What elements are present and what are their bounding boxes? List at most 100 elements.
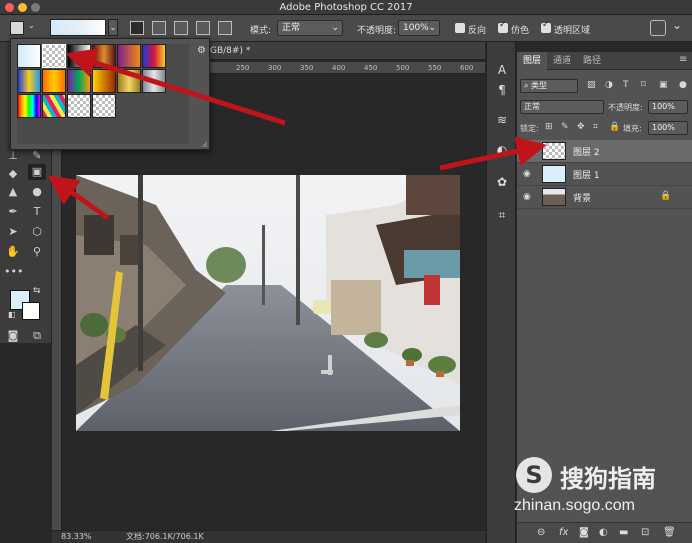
gradient-preset-yellow-violet[interactable] bbox=[92, 69, 116, 93]
layer-opacity-input[interactable]: 100% bbox=[648, 100, 688, 114]
gradient-preset-violet-orange[interactable] bbox=[117, 44, 141, 68]
add-mask-icon[interactable]: ◙ bbox=[579, 527, 589, 538]
layer-row-layer2[interactable]: ◉ 图层 2 bbox=[517, 140, 692, 163]
visibility-eye-icon[interactable]: ◉ bbox=[523, 146, 531, 156]
gradient-preset-chrome[interactable] bbox=[142, 69, 166, 93]
lock-position-icon[interactable]: ✥ bbox=[577, 122, 585, 132]
gradient-preset-violet-green-orange[interactable] bbox=[67, 69, 91, 93]
filter-type-icon[interactable]: T bbox=[623, 80, 629, 90]
workspace-icon[interactable] bbox=[650, 20, 666, 36]
paragraph-panel-icon[interactable]: ¶ bbox=[494, 82, 510, 98]
lock-transparent-icon[interactable]: ⊞ bbox=[545, 122, 553, 132]
minimize-button[interactable] bbox=[18, 3, 27, 12]
tab-layers[interactable]: 图层 bbox=[517, 52, 548, 70]
filter-smart-object-icon[interactable]: ▣ bbox=[659, 80, 668, 90]
zoom-button[interactable] bbox=[31, 3, 40, 12]
properties-panel-icon[interactable]: ✿ bbox=[494, 174, 510, 190]
radial-gradient-icon[interactable] bbox=[152, 21, 166, 35]
document-tab[interactable]: GB/8#) * bbox=[204, 42, 485, 60]
opacity-input[interactable]: 100% ⌄ bbox=[398, 20, 440, 36]
close-button[interactable] bbox=[5, 3, 14, 12]
visibility-eye-icon[interactable]: ◉ bbox=[523, 192, 531, 202]
tab-paths[interactable]: 路径 bbox=[577, 52, 607, 70]
character-panel-icon[interactable]: A bbox=[494, 62, 510, 78]
quick-mask-icon[interactable]: ◙ bbox=[4, 328, 22, 344]
gear-icon[interactable]: ⚙ bbox=[197, 45, 206, 56]
layer-row-layer1[interactable]: ◉ 图层 1 bbox=[517, 163, 692, 186]
screen-mode-icon[interactable]: ⧉ bbox=[28, 328, 46, 344]
ruler-tick-label: 550 bbox=[428, 64, 442, 72]
gradient-preset-orange-yellow[interactable] bbox=[42, 69, 66, 93]
filter-shape-icon[interactable]: ⌑ bbox=[641, 80, 646, 90]
fx-icon[interactable]: fx bbox=[559, 527, 568, 538]
blur-icon[interactable]: ▲ bbox=[4, 184, 22, 200]
new-layer-icon[interactable]: ⊡ bbox=[641, 527, 649, 538]
reverse-checkbox[interactable] bbox=[455, 23, 465, 33]
link-layers-icon[interactable]: ⊖ bbox=[537, 527, 545, 538]
more-tools-icon[interactable]: ••• bbox=[4, 264, 23, 280]
zoom-icon[interactable]: ⚲ bbox=[28, 244, 46, 260]
path-selection-icon[interactable]: ➤ bbox=[4, 224, 22, 240]
ruler-tick-label: 250 bbox=[236, 64, 250, 72]
gradient-dropdown-button[interactable]: ⌄ bbox=[108, 19, 118, 36]
adjustment-layer-icon[interactable]: ◐ bbox=[599, 527, 608, 538]
reflected-gradient-icon[interactable] bbox=[196, 21, 210, 35]
swap-colors-icon[interactable]: ⇆ bbox=[33, 286, 41, 296]
type-icon[interactable]: T bbox=[28, 204, 46, 220]
chevron-down-icon[interactable]: ⌄ bbox=[672, 18, 682, 32]
street-photo[interactable] bbox=[76, 175, 460, 431]
gradient-preset-blue-red-yellow[interactable] bbox=[142, 44, 166, 68]
lock-all-icon[interactable]: 🔒 bbox=[609, 122, 620, 132]
gradient-preset-transparent-rainbow[interactable] bbox=[42, 94, 66, 118]
visibility-eye-icon[interactable]: ◉ bbox=[523, 169, 531, 179]
lock-artboard-icon[interactable]: ⌗ bbox=[593, 122, 598, 132]
channels-panel-icon[interactable]: ◐ bbox=[494, 142, 510, 158]
gradient-preview[interactable] bbox=[50, 19, 106, 36]
linear-gradient-icon[interactable] bbox=[130, 21, 144, 35]
shape-icon[interactable]: ⬡ bbox=[28, 224, 46, 240]
gradient-preset-red-green[interactable] bbox=[92, 44, 116, 68]
gradient-preset-copper[interactable] bbox=[117, 69, 141, 93]
ruler-tick-label: 450 bbox=[364, 64, 378, 72]
fill-input[interactable]: 100% bbox=[648, 121, 688, 135]
panel-menu-icon[interactable]: ≡ bbox=[679, 54, 687, 65]
filter-pixel-icon[interactable]: ▨ bbox=[587, 80, 596, 90]
eyedropper-icon[interactable]: ✎ bbox=[28, 148, 46, 164]
diamond-gradient-icon[interactable] bbox=[218, 21, 232, 35]
chevron-down-icon[interactable]: ⌄ bbox=[28, 21, 35, 30]
filter-toggle-icon[interactable]: ● bbox=[679, 80, 687, 90]
gradient-preset-fg-transparent[interactable] bbox=[42, 44, 66, 68]
gradient-preset-transparent-2[interactable] bbox=[92, 94, 116, 118]
layers-panel-icon[interactable]: ≋ bbox=[494, 112, 510, 128]
default-colors-icon[interactable]: ◧ bbox=[8, 310, 16, 319]
layer-filter-select[interactable]: ⌕ 类型 bbox=[520, 79, 578, 93]
resize-grip-icon[interactable]: ◢ bbox=[201, 139, 207, 148]
transparency-checkbox[interactable] bbox=[541, 20, 551, 33]
background-color-swatch[interactable] bbox=[22, 302, 40, 320]
gradient-preset-spectrum[interactable] bbox=[17, 94, 41, 118]
chevron-down-icon: ⌄ bbox=[428, 23, 436, 33]
tool-preset-icon[interactable] bbox=[10, 21, 24, 35]
pen-icon[interactable]: ✒ bbox=[4, 204, 22, 220]
layer-row-background[interactable]: ◉ 背景 🔒 bbox=[517, 186, 692, 209]
zoom-level[interactable]: 83.33% bbox=[61, 531, 92, 543]
gradient-preset-transparent-stripes[interactable] bbox=[67, 94, 91, 118]
crop-panel-icon[interactable]: ⌗ bbox=[494, 207, 510, 223]
lock-pixels-icon[interactable]: ✎ bbox=[561, 122, 569, 132]
filter-adjustment-icon[interactable]: ◑ bbox=[605, 80, 613, 90]
blend-mode-select[interactable]: 正常 bbox=[520, 100, 604, 114]
trash-icon[interactable]: 🗑 bbox=[663, 527, 676, 538]
tab-channels[interactable]: 通道 bbox=[547, 52, 577, 70]
angle-gradient-icon[interactable] bbox=[174, 21, 188, 35]
gradient-preset-fg-bg[interactable] bbox=[17, 44, 41, 68]
crop-icon[interactable]: ⊥ bbox=[4, 148, 22, 164]
mode-select[interactable]: 正常 ⌄ bbox=[277, 20, 343, 36]
hand-icon[interactable]: ✋ bbox=[4, 244, 22, 260]
eraser-icon[interactable]: ◆ bbox=[4, 166, 22, 182]
gradient-preset-black-white[interactable] bbox=[67, 44, 91, 68]
gradient-tool-icon[interactable]: ▣ bbox=[28, 164, 46, 180]
new-group-icon[interactable]: ▬ bbox=[619, 527, 628, 538]
gradient-preset-blue-yellow-blue[interactable] bbox=[17, 69, 41, 93]
dither-checkbox[interactable] bbox=[498, 20, 508, 33]
dodge-icon[interactable]: ● bbox=[28, 184, 46, 200]
